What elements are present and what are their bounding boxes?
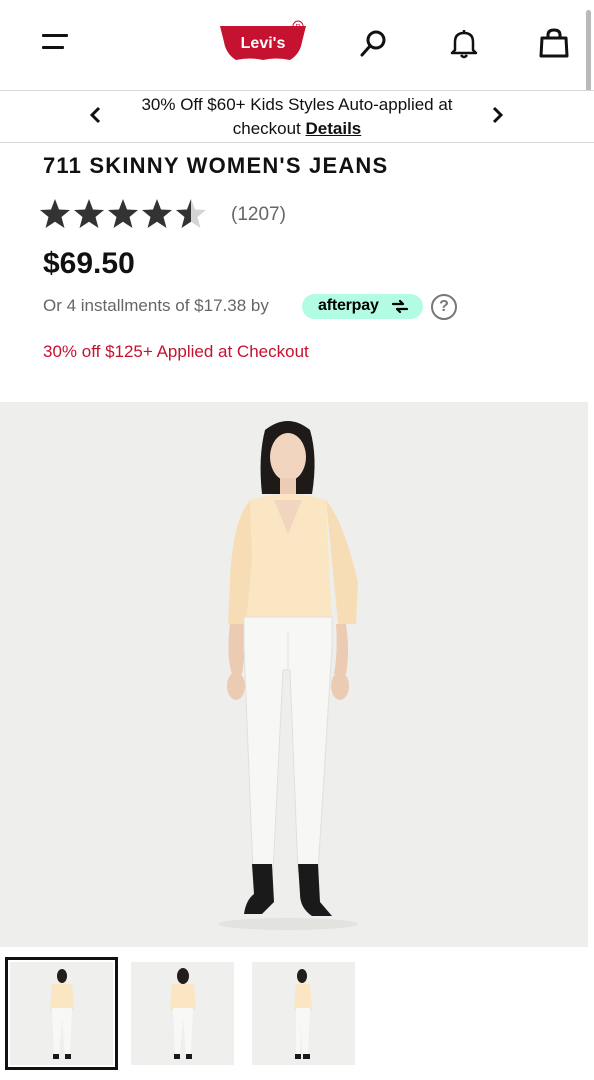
promo-text: 30% Off $60+ Kids Styles Auto-applied at… <box>141 95 453 138</box>
star-icon <box>142 199 172 228</box>
product-main-image[interactable] <box>0 402 588 947</box>
product-title: 711 SKINNY WOMEN'S JEANS <box>43 153 389 178</box>
chevron-left-icon[interactable] <box>84 103 108 127</box>
thumbnail-side[interactable] <box>252 962 355 1065</box>
chevron-right-icon[interactable] <box>485 103 509 127</box>
star-icon <box>74 199 104 228</box>
afterpay-badge[interactable]: afterpay <box>302 294 423 319</box>
bell-icon[interactable] <box>444 24 484 64</box>
half-star-icon <box>176 199 206 228</box>
star-rating[interactable] <box>40 198 220 232</box>
promo-details-link[interactable]: Details <box>306 119 362 138</box>
thumbnail-front[interactable] <box>5 957 118 1070</box>
installments-text: Or 4 installments of $17.38 by <box>43 296 269 315</box>
hamburger-menu-icon[interactable] <box>42 34 68 54</box>
svg-text:R: R <box>295 24 300 31</box>
star-icon <box>40 199 70 228</box>
review-count[interactable]: (1207) <box>231 204 286 226</box>
search-icon[interactable] <box>355 24 395 64</box>
levis-logo[interactable]: Levi's R <box>218 20 308 64</box>
thumbnail-strip <box>0 947 594 1080</box>
question-mark-icon[interactable]: ? <box>431 294 457 320</box>
thumbnail-back[interactable] <box>131 962 234 1065</box>
star-icon <box>108 199 138 228</box>
product-price: $69.50 <box>43 247 135 280</box>
svg-text:Levi's: Levi's <box>241 35 286 52</box>
site-header: Levi's R <box>0 0 594 110</box>
promo-banner: 30% Off $60+ Kids Styles Auto-applied at… <box>0 90 594 143</box>
shopping-bag-icon[interactable] <box>534 24 574 64</box>
afterpay-label: afterpay <box>318 297 379 314</box>
afterpay-arrows-icon <box>391 300 409 313</box>
discount-text: 30% off $125+ Applied at Checkout <box>43 342 309 361</box>
